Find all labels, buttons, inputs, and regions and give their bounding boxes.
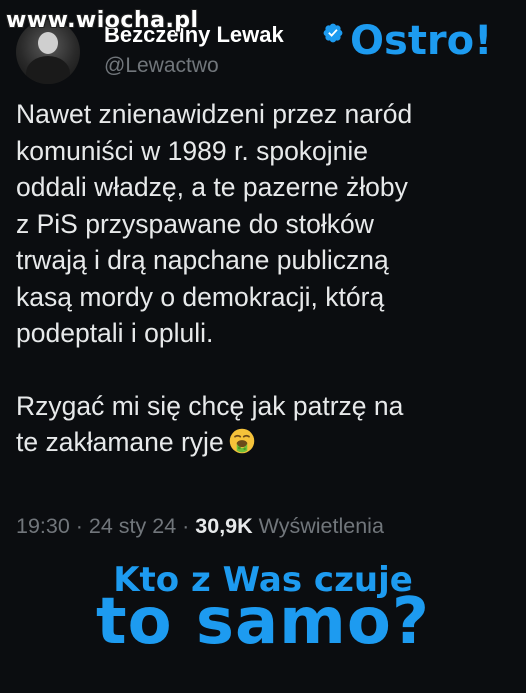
overlay-caption-line2: to samo?: [96, 585, 430, 659]
avatar-head: [38, 32, 58, 54]
tweet-paragraph-1: Nawet znienawidzeni przez naród komuniśc…: [16, 99, 413, 348]
verified-badge-icon: [323, 23, 343, 43]
tweet-date[interactable]: 24 sty 24: [89, 514, 176, 538]
tweet-time[interactable]: 19:30: [16, 514, 70, 538]
views-label: Wyświetlenia: [258, 514, 384, 538]
avatar-body: [26, 56, 70, 84]
meta-separator: ·: [69, 514, 89, 538]
overlay-ostro-text: Ostro!: [350, 18, 493, 64]
vomiting-face-icon: [229, 428, 254, 454]
tweet-meta: 19:30 · 24 sty 24 · 30,9K Wyświetlenia: [16, 514, 384, 539]
tweet-paragraph-2: Rzygać mi się chcę jak patrzę na te zakł…: [16, 388, 516, 461]
site-watermark: www.wiocha.pl: [6, 8, 199, 33]
meta-separator: ·: [176, 514, 196, 538]
tweet-text: Nawet znienawidzeni przez naród komuniśc…: [16, 96, 516, 461]
tweet-screenshot: www.wiocha.pl Bezczelny Lewak Ostro! @Le…: [0, 0, 526, 693]
views-count: 30,9K: [195, 514, 253, 538]
author-handle[interactable]: @Lewactwo: [104, 54, 219, 78]
tweet-paragraph-2-text: Rzygać mi się chcę jak patrzę na te zakł…: [16, 390, 404, 458]
